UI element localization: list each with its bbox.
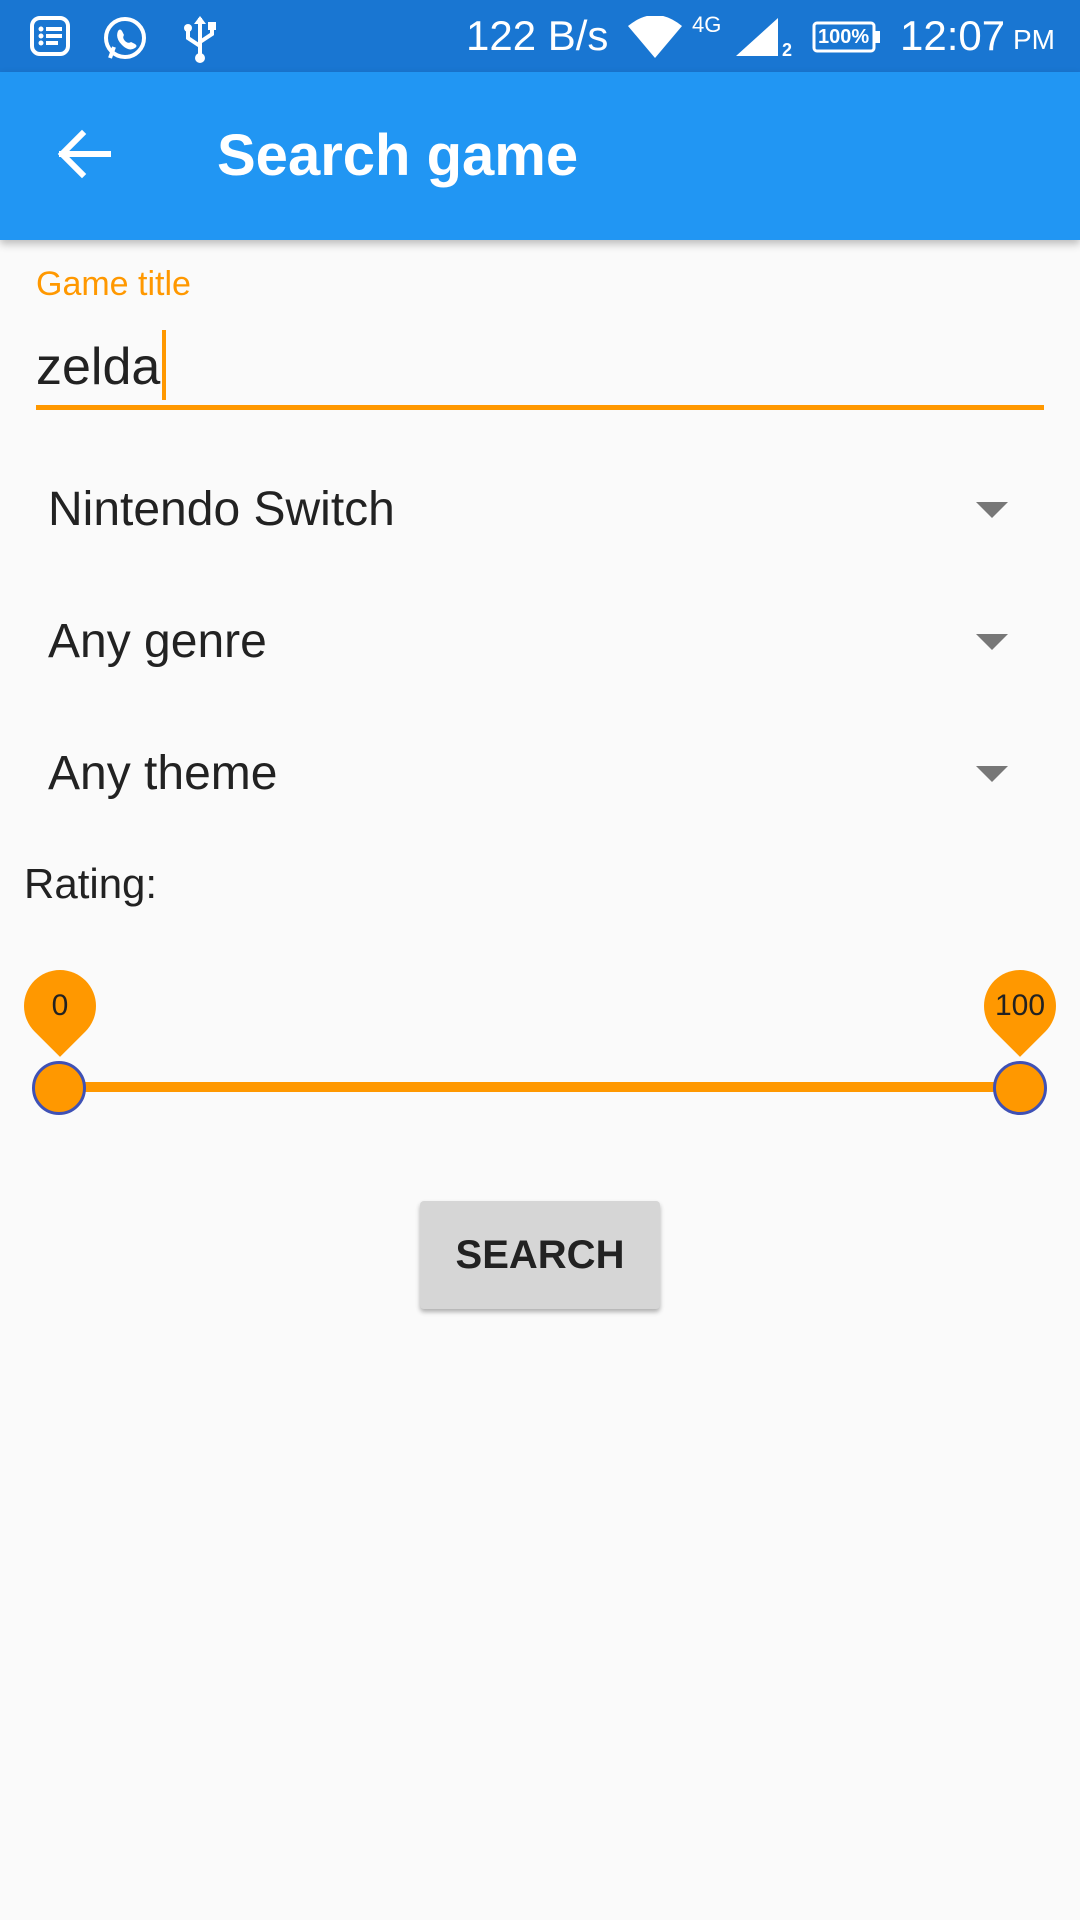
battery-level: 100%: [818, 26, 870, 48]
min-value-text: 0: [51, 989, 69, 1022]
rating-label: Rating:: [24, 860, 158, 907]
network-type: 4G: [692, 12, 722, 37]
platform-dropdown[interactable]: Nintendo Switch: [36, 456, 1044, 566]
max-thumb[interactable]: [993, 1061, 1047, 1115]
genre-dropdown[interactable]: Any genre: [36, 588, 1044, 698]
page-title: Search game: [217, 123, 579, 188]
whatsapp-icon: [100, 14, 150, 69]
game-title-value: zelda: [36, 338, 161, 396]
net-speed: 122 B/s: [466, 12, 609, 59]
clock-ampm: PM: [1013, 24, 1055, 55]
dropdown-arrow-icon: [976, 766, 1008, 782]
status-bar: 122 B/s 4G 2 100% 12:07 PM: [0, 0, 1080, 72]
clock-time: 12:07: [900, 12, 1006, 59]
sim-slot: 2: [782, 40, 793, 60]
text-caret: [162, 330, 167, 400]
theme-selected: Any theme: [48, 747, 278, 800]
min-thumb[interactable]: [32, 1061, 86, 1115]
game-title-label: Game title: [36, 265, 191, 303]
max-value-text: 100: [994, 989, 1046, 1022]
back-button[interactable]: [44, 116, 124, 196]
platform-selected: Nintendo Switch: [48, 483, 395, 536]
arrow-back-icon: [56, 129, 112, 184]
dropdown-arrow-icon: [976, 502, 1008, 518]
theme-dropdown[interactable]: Any theme: [36, 720, 1044, 830]
search-button[interactable]: SEARCH: [420, 1201, 660, 1309]
signal-icon: [734, 16, 780, 63]
rating-range-slider[interactable]: 0 100: [0, 955, 1080, 1120]
game-title-input[interactable]: zelda: [36, 330, 1044, 410]
slider-track: [60, 1082, 1020, 1092]
app-bar: Search game: [0, 72, 1080, 240]
wifi-icon: [626, 15, 684, 63]
usb-icon: [178, 14, 222, 69]
notes-icon: [28, 14, 72, 63]
genre-selected: Any genre: [48, 615, 267, 668]
dropdown-arrow-icon: [976, 634, 1008, 650]
